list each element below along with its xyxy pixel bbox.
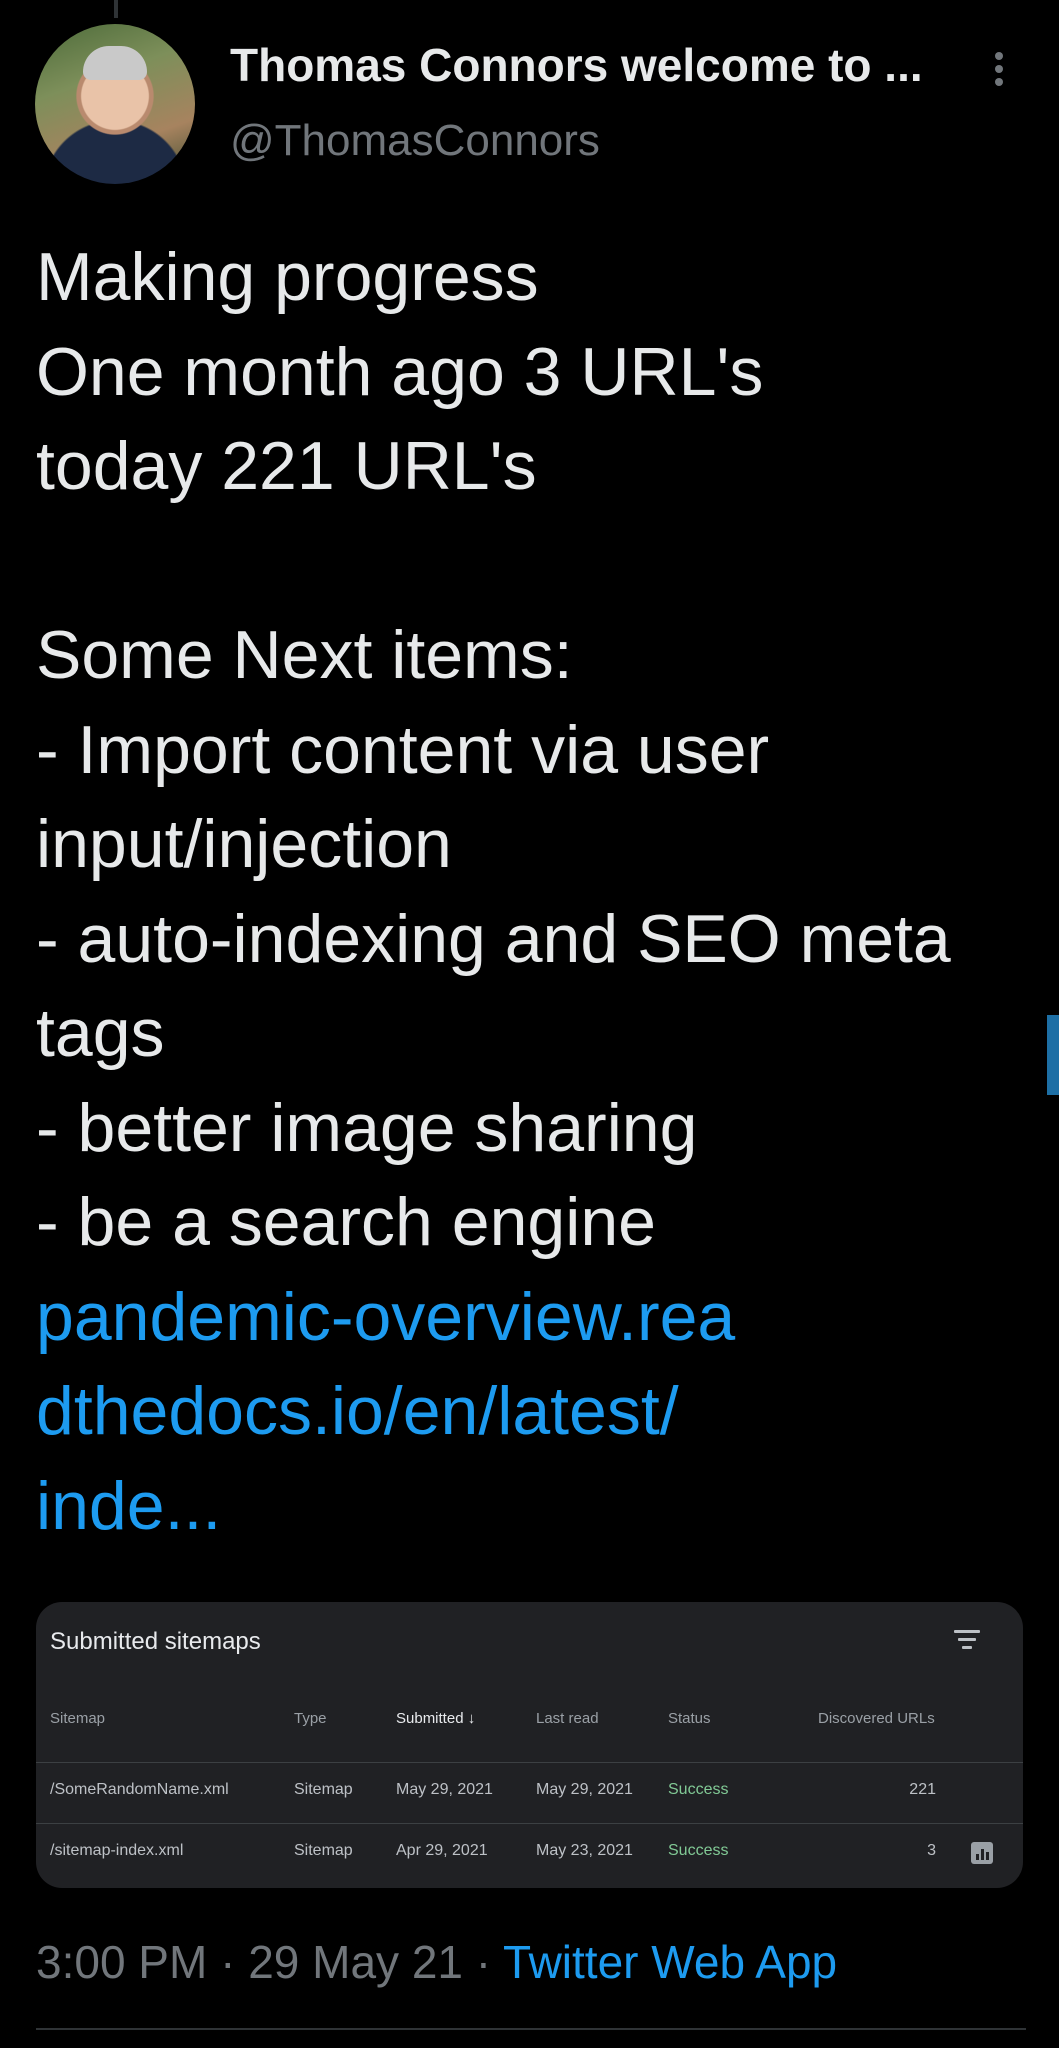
user-handle[interactable]: @ThomasConnors xyxy=(230,116,600,166)
tweet-link[interactable]: dthedocs.io/en/latest/ xyxy=(36,1364,1036,1459)
tweet-line xyxy=(36,514,1036,609)
tweet-link[interactable]: pandemic-overview.rea xyxy=(36,1270,1036,1365)
tweet-line: tags xyxy=(36,995,165,1071)
tweet-link[interactable]: inde... xyxy=(36,1459,1036,1554)
avatar[interactable] xyxy=(35,24,195,184)
tweet-line: input/injection xyxy=(36,806,452,882)
divider xyxy=(36,2028,1026,2030)
filter-icon xyxy=(954,1630,980,1650)
tweet-line: - auto-indexing and SEO meta xyxy=(36,900,951,977)
source-link[interactable]: Twitter Web App xyxy=(503,1936,837,1988)
cell-submitted: May 29, 2021 xyxy=(396,1781,493,1798)
col-header-status: Status xyxy=(668,1710,711,1727)
tweet-line: - Import content via user xyxy=(36,711,770,788)
tweet-line: Making progress xyxy=(36,239,539,315)
tweet-text: Making progress One month ago 3 URL's to… xyxy=(36,230,1036,1553)
thread-connector xyxy=(114,0,118,18)
cell-status: Success xyxy=(668,1842,729,1859)
col-header-type: Type xyxy=(294,1710,327,1727)
card-title: Submitted sitemaps xyxy=(50,1628,261,1655)
col-header-sitemap: Sitemap xyxy=(50,1710,106,1727)
more-vertical-icon[interactable] xyxy=(984,52,1014,96)
cell-type: Sitemap xyxy=(294,1781,353,1798)
tweet-line: Some Next items: xyxy=(36,617,573,693)
cell-discovered: 221 xyxy=(909,1781,936,1798)
sitemaps-card-image[interactable]: Submitted sitemaps Sitemap Type Submitte… xyxy=(36,1602,1023,1888)
timestamp[interactable]: 3:00 PM · 29 May 21 · xyxy=(36,1936,503,1988)
cell-discovered: 3 xyxy=(927,1842,936,1859)
table-header: Sitemap Type Submitted ↓ Last read Statu… xyxy=(36,1710,1023,1740)
cell-sitemap: /SomeRandomName.xml xyxy=(50,1781,229,1798)
tweet-metadata: 3:00 PM · 29 May 21 · Twitter Web App xyxy=(36,1935,837,1989)
col-header-last-read: Last read xyxy=(536,1710,599,1727)
tweet-line: - better image sharing xyxy=(36,1089,698,1166)
bar-chart-icon xyxy=(971,1842,993,1864)
cell-last-read: May 29, 2021 xyxy=(536,1781,633,1798)
scrollbar-thumb[interactable] xyxy=(1047,1015,1059,1095)
table-row: /sitemap-index.xml Sitemap Apr 29, 2021 … xyxy=(36,1823,1023,1884)
cell-submitted: Apr 29, 2021 xyxy=(396,1842,488,1859)
cell-last-read: May 23, 2021 xyxy=(536,1842,633,1859)
cell-type: Sitemap xyxy=(294,1842,353,1859)
col-header-discovered: Discovered URLs xyxy=(818,1710,935,1727)
tweet-line: - be a search engine xyxy=(36,1184,656,1260)
tweet-line: One month ago 3 URL's xyxy=(36,333,764,410)
cell-sitemap: /sitemap-index.xml xyxy=(50,1842,184,1859)
display-name[interactable]: Thomas Connors welcome to ... xyxy=(230,38,923,92)
tweet-line: today 221 URL's xyxy=(36,428,537,504)
cell-status: Success xyxy=(668,1781,729,1798)
col-header-submitted: Submitted ↓ xyxy=(396,1710,476,1727)
table-row: /SomeRandomName.xml Sitemap May 29, 2021… xyxy=(36,1762,1023,1823)
